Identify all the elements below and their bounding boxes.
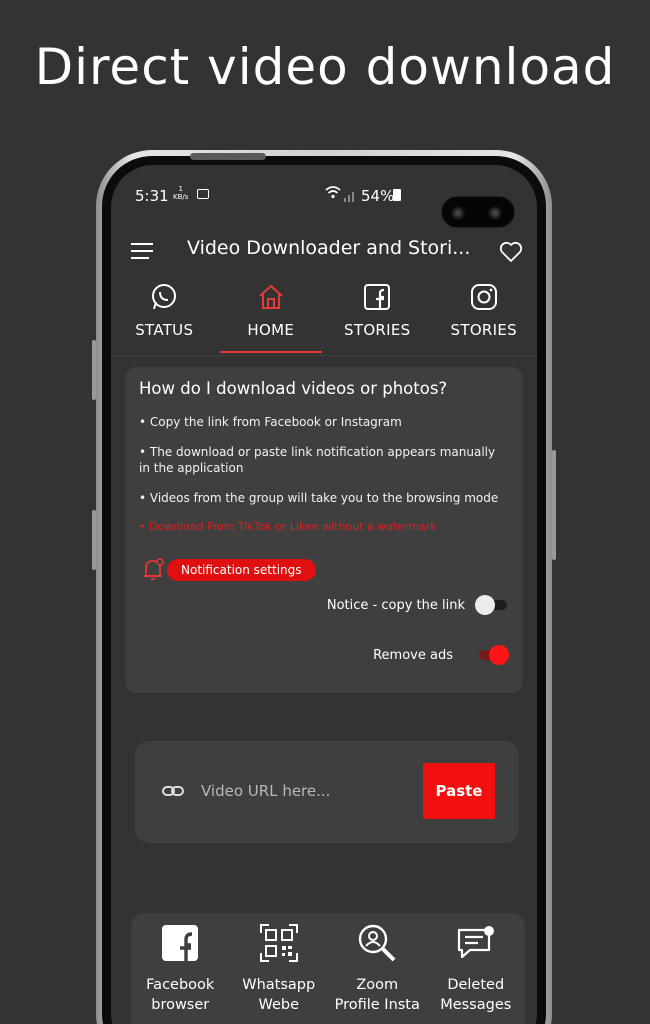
side-button [92,510,96,570]
deleted-messages-tool[interactable]: Deleted Messages [427,923,526,1024]
remove-ads-label: Remove ads [373,647,453,663]
video-url-input[interactable] [201,775,401,807]
chat-bubble-icon [456,924,496,966]
zoom-search-icon [357,923,397,967]
phone-frame: 5:31 1 KB/s 54% Video Downloader and Sto… [92,150,556,1024]
app-bar: Video Downloader and Stori... [111,231,537,271]
app-title: Video Downloader and Stori... [187,237,471,259]
front-camera [441,196,515,228]
facebook-browser-tool[interactable]: Facebook browser [131,923,230,1024]
menu-icon[interactable] [131,243,155,261]
instagram-icon [470,283,498,315]
camera-lens [488,206,502,220]
tab-instagram-stories[interactable]: STORIES [431,283,538,355]
notification-row: Notification settings [141,557,316,583]
promo-headline: Direct video download [34,38,616,96]
app-screen: 5:31 1 KB/s 54% Video Downloader and Sto… [111,165,537,1024]
notice-copy-link-label: Notice - copy the link [326,597,465,613]
tools-card: Facebook browser Whatsapp Webe Zoom Prof… [131,913,525,1024]
url-input-card: Paste [135,741,519,843]
remove-ads-toggle[interactable] [475,645,509,665]
tab-divider [111,355,537,356]
tab-label: STATUS [135,321,194,339]
remove-ads-row: Remove ads [373,645,509,665]
notice-copy-link-row: Notice - copy the link [327,595,509,615]
tab-label: HOME [247,321,295,339]
gallery-icon [197,189,209,199]
watermark-note: • Download From TikTok or Likee without … [139,520,437,533]
battery-percent: 54% [361,187,395,205]
data-rate: 1 KB/s [173,185,188,201]
tool-label: Facebook browser [146,977,215,1013]
tool-label: Zoom Profile Insta [334,977,420,1013]
home-icon [257,283,285,315]
tab-status[interactable]: STATUS [111,283,218,355]
phone-speaker [190,153,266,160]
whatsapp-icon [150,283,178,315]
camera-lens [451,206,465,220]
status-bar: 5:31 1 KB/s 54% [111,181,537,228]
battery-icon [393,189,401,201]
notice-copy-link-toggle[interactable] [475,595,509,615]
whatsapp-web-tool[interactable]: Whatsapp Webe [230,923,329,1024]
data-rate-unit: KB/s [173,193,189,201]
heart-icon[interactable] [499,241,523,263]
signal-icon [343,188,357,202]
facebook-icon [363,283,391,315]
notification-settings-button[interactable]: Notification settings [167,559,316,581]
how-to-card: How do I download videos or photos? • Co… [125,367,523,693]
volume-button [92,340,96,400]
tab-home[interactable]: HOME [218,283,325,355]
qr-code-icon [259,924,298,966]
how-to-step: • Videos from the group will take you to… [139,491,499,505]
tab-bar: STATUS HOME STORIES STORIES [111,283,537,355]
power-button [552,450,556,560]
active-tab-indicator [219,351,322,353]
tool-label: Deleted Messages [440,977,512,1013]
link-icon [161,781,185,801]
tab-label: STORIES [450,321,517,339]
wifi-icon [325,185,341,203]
how-to-step: • Copy the link from Facebook or Instagr… [139,415,402,429]
tab-facebook-stories[interactable]: STORIES [324,283,431,355]
zoom-profile-insta-tool[interactable]: Zoom Profile Insta [328,923,427,1024]
data-rate-value: 1 [178,185,183,193]
status-time: 5:31 [135,187,169,205]
paste-button[interactable]: Paste [423,763,495,819]
how-to-title: How do I download videos or photos? [139,379,448,398]
tool-label: Whatsapp Webe [242,977,316,1013]
facebook-square-icon [161,924,199,966]
how-to-step: • The download or paste link notificatio… [139,445,496,475]
tab-label: STORIES [344,321,411,339]
bell-gear-icon [141,557,165,583]
